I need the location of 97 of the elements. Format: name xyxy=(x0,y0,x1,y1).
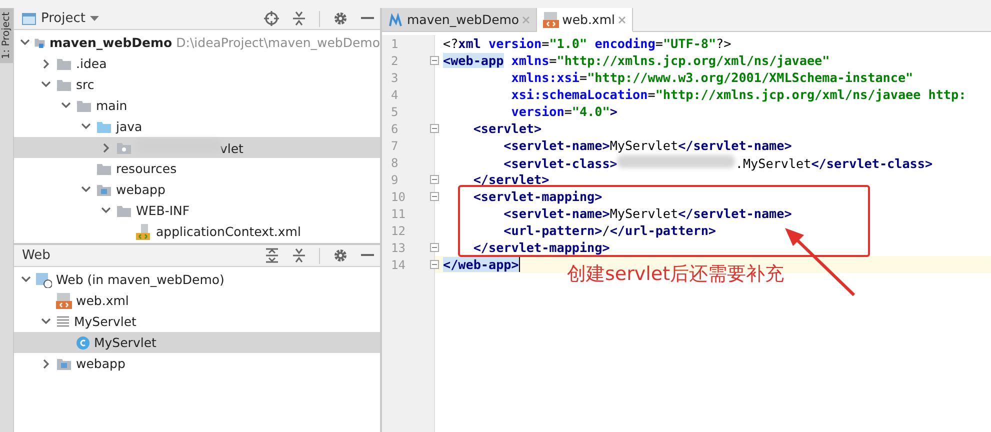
tree-row[interactable]: vlet xyxy=(14,137,380,158)
line-number: 6 xyxy=(391,122,398,136)
tree-item-label: MyServlet xyxy=(94,335,156,350)
minimize-icon[interactable] xyxy=(361,17,374,20)
web-folder-icon xyxy=(56,356,72,370)
fold-marker-icon[interactable] xyxy=(430,192,439,201)
expand-all-icon[interactable] xyxy=(265,248,279,263)
project-tool-tab[interactable]: 1: Project xyxy=(0,8,13,64)
list-icon xyxy=(56,314,70,328)
line-number: 7 xyxy=(391,138,398,152)
tree-row[interactable]: web.xml xyxy=(14,290,380,311)
tree-row[interactable]: resources xyxy=(14,158,380,179)
settings-icon[interactable] xyxy=(333,11,348,26)
line-number: 11 xyxy=(391,206,406,220)
line-number: 12 xyxy=(391,224,406,238)
class-icon xyxy=(76,336,90,350)
tree-row[interactable]: applicationContext.xml xyxy=(14,221,380,242)
code-line: <servlet> xyxy=(472,121,542,136)
code-line: xsi:schemaLocation="http://xmlns.jcp.org/xml/ns/javaee http: xyxy=(510,87,966,102)
dropdown-caret-icon[interactable] xyxy=(90,16,100,21)
tree-row[interactable]: Web (in maven_webDemo) xyxy=(14,269,380,290)
code-line: <web-app xmlns="http://xmlns.jcp.org/xml/ns/javaee" xyxy=(443,53,830,68)
settings-icon[interactable] xyxy=(333,248,348,263)
tree-item-label: web.xml xyxy=(76,293,129,308)
tree-row[interactable]: webapp xyxy=(14,353,380,374)
line-number: 2 xyxy=(391,54,398,68)
xml-file-icon xyxy=(56,292,72,308)
line-number: 4 xyxy=(391,88,398,102)
fold-marker-icon[interactable] xyxy=(430,56,439,65)
crosshair-icon[interactable] xyxy=(264,11,279,26)
tree-item-label: Web (in maven_webDemo) xyxy=(56,272,224,287)
tree-item-label: applicationContext.xml xyxy=(156,224,301,239)
line-number: 8 xyxy=(391,156,398,170)
tree-item-label: MyServlet xyxy=(74,314,136,329)
code-line: <servlet-name>MyServlet</servlet-name> xyxy=(502,138,792,153)
code-line: <?xml version="1.0" encoding="UTF-8"?> xyxy=(443,36,732,51)
tree-row[interactable]: maven_webDemo D:\ideaProject\maven_webDemo xyxy=(14,32,380,53)
collapse-all-icon[interactable] xyxy=(292,11,306,26)
tree-item-label: resources xyxy=(116,161,177,176)
tree-item-label: .idea xyxy=(76,56,107,71)
editor-tab[interactable]: web.xml xyxy=(537,8,633,32)
code-line: xmlns:xsi="http://www.w3.org/2001/XMLSchema-instance" xyxy=(510,70,914,85)
line-number: 3 xyxy=(391,70,398,84)
tree-item-label: src xyxy=(76,77,94,92)
tree-row[interactable]: MyServlet xyxy=(14,311,380,332)
xml-file-icon xyxy=(136,224,152,240)
fold-marker-icon[interactable] xyxy=(430,175,439,184)
code-line: <url-pattern>/</url-pattern> xyxy=(502,223,716,238)
folder-icon xyxy=(76,98,92,112)
fold-marker-icon[interactable] xyxy=(430,260,439,269)
tree-row[interactable]: src xyxy=(14,74,380,95)
tree-item-label: maven_webDemo xyxy=(49,35,172,50)
tree-item-label: WEB-INF xyxy=(136,203,190,218)
folder-icon xyxy=(116,204,132,218)
xml-file-icon xyxy=(543,12,560,28)
tree-row[interactable]: java xyxy=(14,116,380,137)
code-line: version="4.0"> xyxy=(510,104,618,119)
web-facet-icon xyxy=(36,272,52,288)
project-path: D:\ideaProject\maven_webDemo xyxy=(176,35,380,50)
folder-icon xyxy=(56,78,72,92)
minimize-icon[interactable] xyxy=(361,254,374,257)
fold-marker-icon[interactable] xyxy=(430,124,439,133)
folder-icon xyxy=(96,120,112,134)
tree-item-label: webapp xyxy=(76,356,126,371)
annotation-text: 创建servlet后还需要补充 xyxy=(567,262,784,287)
code-line: <servlet-mapping> xyxy=(472,189,602,204)
collapse-all-icon[interactable] xyxy=(292,248,306,263)
line-number: 10 xyxy=(391,190,406,204)
panel-title: Web xyxy=(22,248,50,263)
tree-row[interactable]: .idea xyxy=(14,53,380,74)
tree-item-label: vlet xyxy=(220,141,244,156)
package-folder-icon xyxy=(116,140,132,154)
line-number: 14 xyxy=(391,258,406,272)
tree-row[interactable]: WEB-INF xyxy=(14,200,380,221)
panel-title[interactable]: Project xyxy=(41,11,86,26)
fold-marker-icon[interactable] xyxy=(430,243,439,252)
web-folder-icon xyxy=(96,182,112,196)
tree-item-label: webapp xyxy=(116,182,166,197)
folder-icon xyxy=(56,56,72,70)
code-line: </servlet> xyxy=(472,172,550,187)
code-line: <servlet-class> .MyServlet</servlet-class> xyxy=(502,154,933,170)
tree-row[interactable]: webapp xyxy=(14,179,380,200)
line-number: 13 xyxy=(391,240,406,254)
maven-m-icon xyxy=(388,12,404,26)
code-line: </servlet-mapping> xyxy=(472,240,610,255)
tree-item-label: main xyxy=(96,98,128,113)
folder-icon xyxy=(96,162,112,176)
line-number: 5 xyxy=(391,104,398,118)
module-folder-icon xyxy=(34,36,46,50)
tree-row[interactable]: main xyxy=(14,95,380,116)
line-number: 9 xyxy=(391,172,398,186)
tree-item-label: java xyxy=(116,119,142,134)
tree-row[interactable]: MyServlet xyxy=(14,332,380,353)
editor-tab[interactable]: maven_webDemo xyxy=(382,8,538,31)
project-view-icon xyxy=(22,12,36,24)
line-number: 1 xyxy=(391,36,398,50)
code-line: <servlet-name>MyServlet</servlet-name> xyxy=(502,206,792,221)
